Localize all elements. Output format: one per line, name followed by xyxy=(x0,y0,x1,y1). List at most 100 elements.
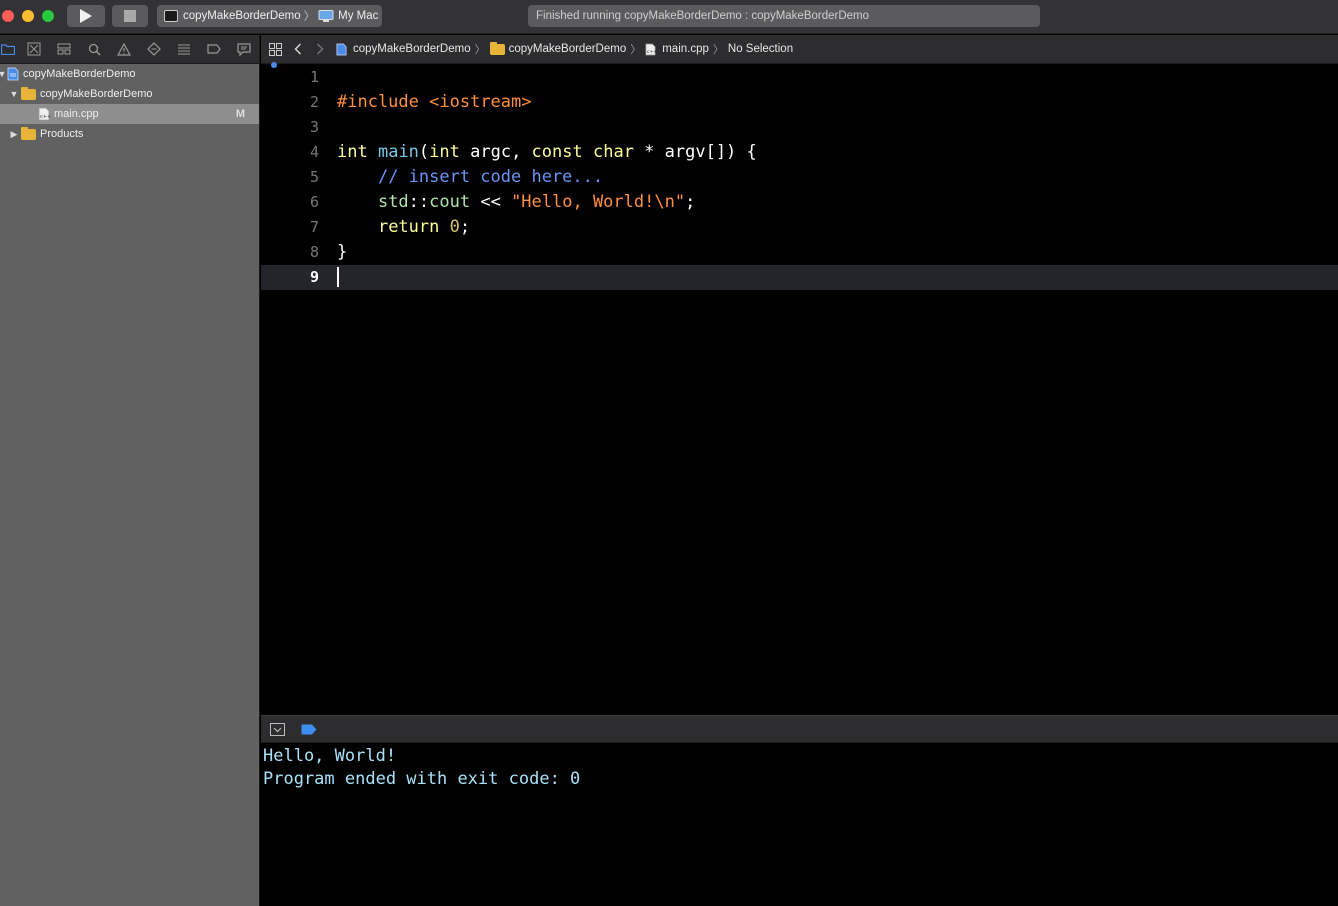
chevron-right-icon: 〉 xyxy=(712,44,724,56)
symbol-navigator-icon[interactable] xyxy=(56,42,72,56)
keyword-token: int xyxy=(429,142,460,162)
code-line[interactable]: 8 } xyxy=(261,240,1338,265)
line-content: } xyxy=(337,240,347,265)
breadcrumb-label: main.cpp xyxy=(662,43,709,55)
keyword-token: const xyxy=(531,142,583,162)
stop-button[interactable] xyxy=(112,5,148,27)
source-editor[interactable]: 1 2 #include <iostream> 3 4 int main(int… xyxy=(261,62,1338,715)
folder-icon xyxy=(21,86,36,100)
test-navigator-icon[interactable] xyxy=(146,42,162,56)
jump-bar: copyMakeBorderDemo 〉 copyMakeBorderDemo … xyxy=(261,35,1338,64)
disclosure-open-icon[interactable]: ▼ xyxy=(9,89,19,99)
play-icon xyxy=(80,9,92,23)
stop-icon xyxy=(124,10,136,22)
breakpoint-navigator-icon[interactable] xyxy=(206,42,222,56)
number-token: 0 xyxy=(449,217,460,237)
string-token: "Hello, World!\n" xyxy=(511,192,686,212)
line-content: #include <iostream> xyxy=(337,90,532,115)
modified-badge: M xyxy=(235,108,245,120)
code-line[interactable]: 1 xyxy=(261,65,1338,90)
folder-icon xyxy=(21,126,36,140)
tree-item-label: main.cpp xyxy=(54,108,99,120)
tree-item-label: copyMakeBorderDemo xyxy=(23,68,136,80)
namespace-token: std xyxy=(377,192,409,212)
tree-item-label: copyMakeBorderDemo xyxy=(40,88,153,100)
search-icon[interactable] xyxy=(86,42,102,56)
file-row-main-cpp[interactable]: c++ main.cpp M xyxy=(0,104,259,124)
warning-icon[interactable] xyxy=(116,42,132,56)
code-line[interactable]: 2 #include <iostream> xyxy=(261,90,1338,115)
breakpoints-toggle-icon[interactable] xyxy=(301,724,317,735)
report-navigator-icon[interactable] xyxy=(236,42,252,56)
cpp-file-icon: c++ xyxy=(645,43,656,55)
tree-item-label: Products xyxy=(40,128,84,140)
line-number: 6 xyxy=(309,193,319,211)
identifier-token: cout xyxy=(429,192,471,212)
close-window-button[interactable] xyxy=(2,10,14,22)
breadcrumb-label: copyMakeBorderDemo xyxy=(508,43,627,55)
folder-navigator-icon[interactable] xyxy=(0,42,16,56)
console-line: Program ended with exit code: 0 xyxy=(263,769,581,789)
run-destination: My Mac xyxy=(338,10,379,22)
folder-row[interactable]: ▶ Products xyxy=(0,124,259,144)
code-line[interactable]: 5 // insert code here... xyxy=(261,165,1338,190)
project-file-icon xyxy=(7,67,19,81)
line-content: // insert code here... xyxy=(337,165,603,190)
breadcrumb-folder[interactable]: copyMakeBorderDemo xyxy=(489,41,627,55)
header-token: <iostream> xyxy=(429,92,532,112)
back-icon[interactable] xyxy=(294,43,302,55)
related-items-icon[interactable] xyxy=(269,42,282,56)
punct-token: ; xyxy=(459,217,471,237)
line-number: 2 xyxy=(309,93,319,111)
code-line[interactable]: 7 return 0; xyxy=(261,215,1338,240)
function-name-token: main xyxy=(377,142,419,162)
svg-text:c++: c++ xyxy=(647,49,656,55)
comment-token: // insert code here... xyxy=(377,167,604,187)
code-line[interactable]: 6 std::cout << "Hello, World!\n"; xyxy=(261,190,1338,215)
line-number: 1 xyxy=(309,68,319,86)
activity-status: Finished running copyMakeBorderDemo : co… xyxy=(528,5,1040,27)
debug-navigator-icon[interactable] xyxy=(176,42,192,56)
line-number: 4 xyxy=(309,143,319,161)
preprocessor-token: #include xyxy=(337,92,419,112)
chevron-right-icon: 〉 xyxy=(474,44,486,56)
line-number: 3 xyxy=(309,118,319,136)
run-button[interactable] xyxy=(67,5,105,27)
disclosure-open-icon[interactable]: ▼ xyxy=(0,69,7,79)
forward-icon[interactable] xyxy=(316,43,324,55)
project-navigator: ▼ copyMakeBorderDemo ▼ copyMakeBorderDem… xyxy=(0,64,260,906)
identifier-token: argc, xyxy=(459,142,532,162)
scheme-name: copyMakeBorderDemo xyxy=(183,10,301,22)
punct-token: ; xyxy=(685,192,696,212)
console-output[interactable]: Hello, World! Program ended with exit co… xyxy=(261,743,1338,906)
current-code-line[interactable]: 9 xyxy=(261,265,1338,290)
breadcrumb-symbol[interactable]: No Selection xyxy=(728,43,793,55)
breadcrumb-file[interactable]: c++ main.cpp xyxy=(645,43,709,56)
code-line[interactable]: 3 xyxy=(261,115,1338,140)
keyword-token: int xyxy=(337,142,368,162)
breadcrumb-label: No Selection xyxy=(727,43,794,55)
line-content: int main(int argc, const char * argv[]) … xyxy=(337,140,757,165)
minimize-window-button[interactable] xyxy=(22,10,34,22)
source-control-navigator-icon[interactable] xyxy=(26,42,42,56)
line-content xyxy=(337,265,339,290)
scheme-selector[interactable]: copyMakeBorderDemo 〉 My Mac xyxy=(157,5,382,27)
line-number: 9 xyxy=(309,268,319,286)
chevron-right-icon: 〉 xyxy=(303,11,316,23)
line-content: std::cout << "Hello, World!\n"; xyxy=(337,190,695,215)
code-line[interactable]: 4 int main(int argc, const char * argv[]… xyxy=(261,140,1338,165)
terminal-app-icon xyxy=(164,10,178,22)
disclosure-closed-icon[interactable]: ▶ xyxy=(9,129,19,139)
folder-row[interactable]: ▼ copyMakeBorderDemo xyxy=(0,84,259,104)
punct-token: ( xyxy=(418,142,430,162)
text-cursor xyxy=(337,267,339,287)
zoom-window-button[interactable] xyxy=(42,10,54,22)
punct-token: } xyxy=(337,242,348,262)
breadcrumb-project[interactable]: copyMakeBorderDemo xyxy=(336,43,471,56)
line-content: return 0; xyxy=(337,215,470,240)
project-row[interactable]: ▼ copyMakeBorderDemo xyxy=(0,64,259,84)
hide-debug-area-icon[interactable] xyxy=(270,723,285,736)
navigator-selector-bar xyxy=(0,35,260,64)
line-number: 7 xyxy=(309,218,319,236)
line-number: 5 xyxy=(309,168,319,186)
